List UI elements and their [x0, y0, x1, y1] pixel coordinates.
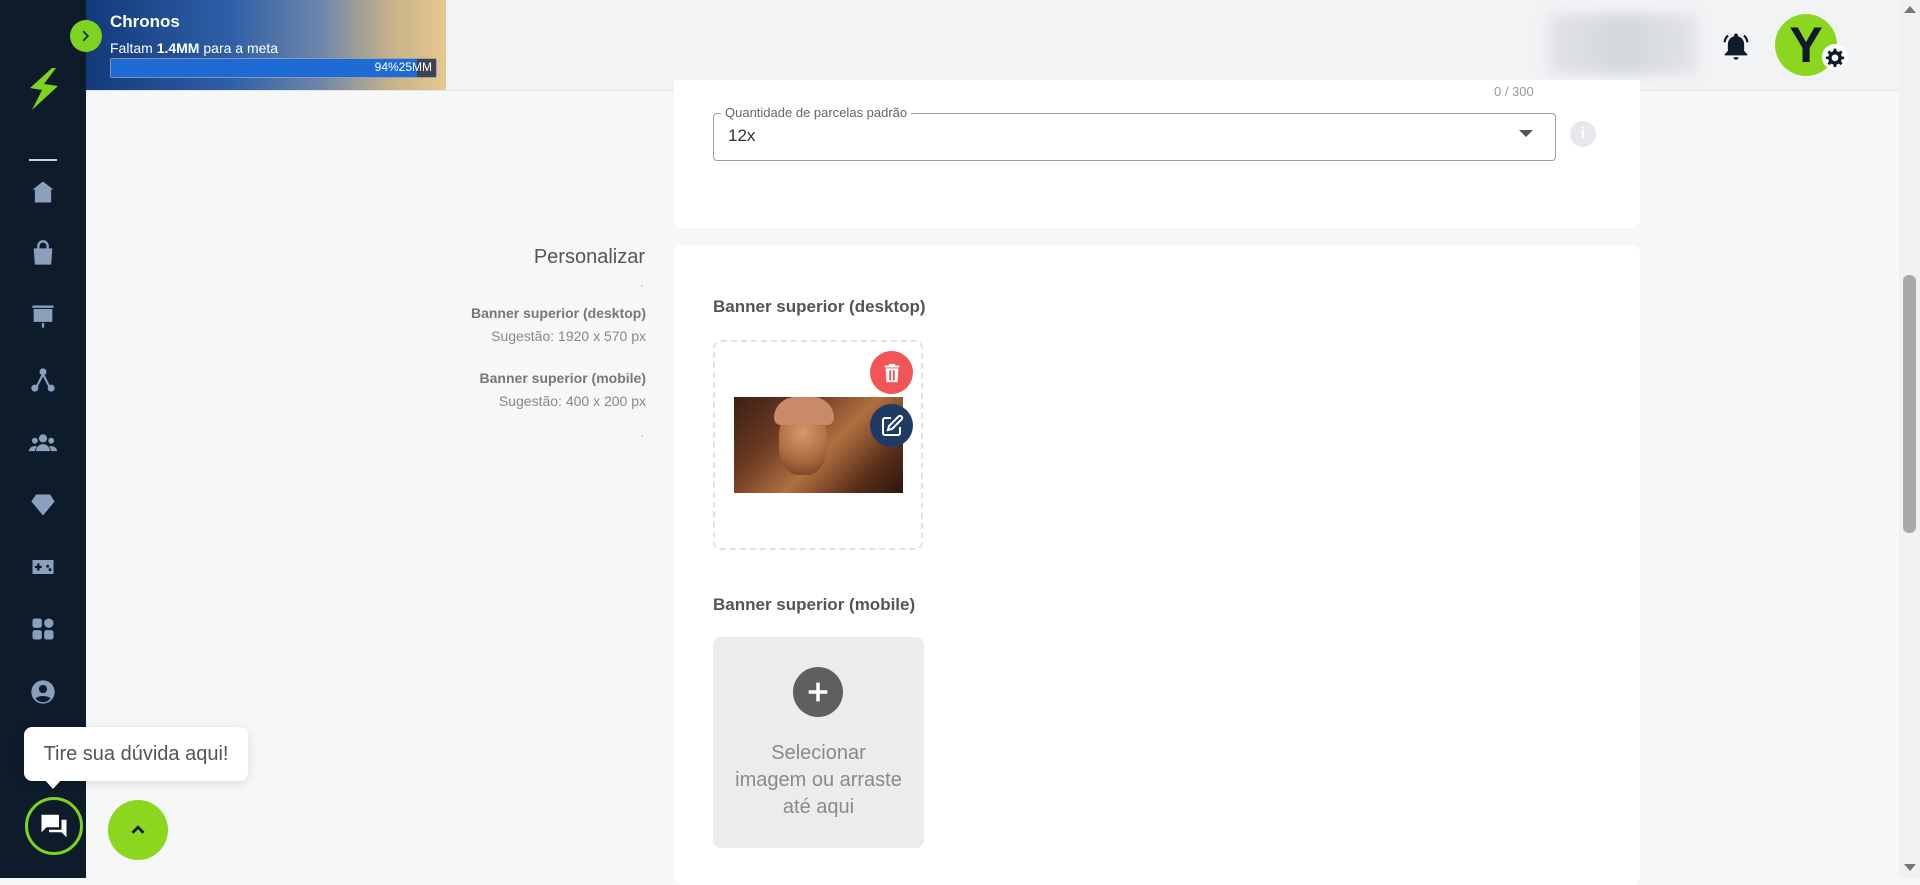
goal-subtitle-prefix: Faltam: [110, 40, 157, 56]
goal-subtitle-amount: 1.4MM: [156, 40, 200, 56]
bell-icon: [1723, 33, 1749, 60]
mobile-banner-label: Banner superior (mobile): [713, 595, 916, 614]
scroll-up-arrow-icon[interactable]: [1904, 6, 1916, 13]
chat-tooltip: Tire sua dúvida aqui!: [24, 727, 248, 781]
notifications-button[interactable]: [1718, 28, 1754, 64]
users-icon: [29, 434, 57, 452]
apps-grid-icon: [32, 618, 54, 640]
preview-photo-towel: [774, 397, 834, 425]
help-label-desktop: Banner superior (desktop): [470, 305, 646, 321]
sidebar-divider: [29, 159, 57, 161]
scrollbar-thumb[interactable]: [1903, 275, 1916, 533]
sidebar-item-members[interactable]: [25, 425, 61, 461]
chevron-up-icon: [131, 825, 145, 834]
sidebar-item-apps[interactable]: [25, 611, 61, 647]
presentation-chart-icon: [32, 305, 54, 328]
trash-icon: [884, 363, 899, 382]
home-icon: [32, 181, 54, 203]
user-info-blurred: [1548, 14, 1698, 74]
goal-progress-bar: 94%25MM: [110, 58, 437, 78]
installments-select[interactable]: [713, 113, 1556, 161]
sidebar-item-affiliates[interactable]: [25, 362, 61, 398]
goal-banner-subtitle: Faltam 1.4MM para a meta: [110, 40, 278, 56]
goal-banner-title: Chronos: [110, 12, 180, 31]
help-hint-desktop: Sugestão: 1920 x 570 px: [491, 328, 646, 344]
gear-icon: [1825, 48, 1845, 67]
character-counter: 0 / 300: [1494, 84, 1534, 99]
chat-icon: [41, 814, 67, 838]
desktop-banner-label: Banner superior (desktop): [713, 297, 926, 316]
user-circle-icon: [31, 680, 55, 704]
sidebar-item-products[interactable]: [25, 235, 61, 271]
help-hint-mobile: Sugestão: 400 x 200 px: [498, 393, 646, 409]
brand-logo[interactable]: [22, 66, 66, 118]
chevron-right-icon: [82, 30, 89, 42]
add-image-button[interactable]: [793, 667, 843, 717]
info-icon[interactable]: i: [1570, 121, 1596, 147]
goal-progress-text: 94%25MM: [374, 60, 432, 74]
delete-image-button[interactable]: [870, 351, 913, 394]
gamepad-icon: [32, 560, 54, 574]
edit-icon: [881, 414, 903, 436]
caret-down-icon[interactable]: [1519, 130, 1533, 137]
network-icon: [31, 368, 55, 392]
installments-select-label: Quantidade de parcelas padrão: [721, 105, 912, 120]
section-separator-dot: ·: [640, 278, 644, 292]
goal-banner-toggle[interactable]: [70, 20, 102, 52]
goal-banner[interactable]: Chronos Faltam 1.4MM para a meta 94%25MM: [86, 0, 446, 90]
section-title-personalizar: Personalizar: [533, 246, 645, 268]
edit-image-button[interactable]: [870, 404, 913, 447]
goal-subtitle-suffix: para a meta: [199, 40, 279, 56]
scroll-down-arrow-icon[interactable]: [1904, 864, 1916, 871]
account-settings-button[interactable]: [1822, 44, 1848, 70]
scroll-to-top-button[interactable]: [108, 800, 168, 860]
sidebar-item-games[interactable]: [25, 549, 61, 585]
plus-icon: [808, 682, 828, 702]
goal-progress-fill: [111, 59, 417, 77]
chat-button[interactable]: [25, 797, 83, 855]
section-separator-dot: ·: [640, 428, 644, 442]
sidebar-item-home[interactable]: [25, 174, 61, 210]
shopping-bag-icon: [33, 240, 53, 265]
sidebar-item-account[interactable]: [25, 674, 61, 710]
help-label-mobile: Banner superior (mobile): [479, 370, 646, 386]
sidebar-item-reports[interactable]: [25, 298, 61, 334]
installments-select-value: 12x: [728, 126, 756, 145]
upload-instructions: Selecionar imagem ou arraste até aqui: [735, 742, 902, 818]
diamond-icon: [31, 494, 55, 516]
sidebar-item-premium[interactable]: [25, 487, 61, 523]
chat-tooltip-tail: [44, 779, 62, 789]
